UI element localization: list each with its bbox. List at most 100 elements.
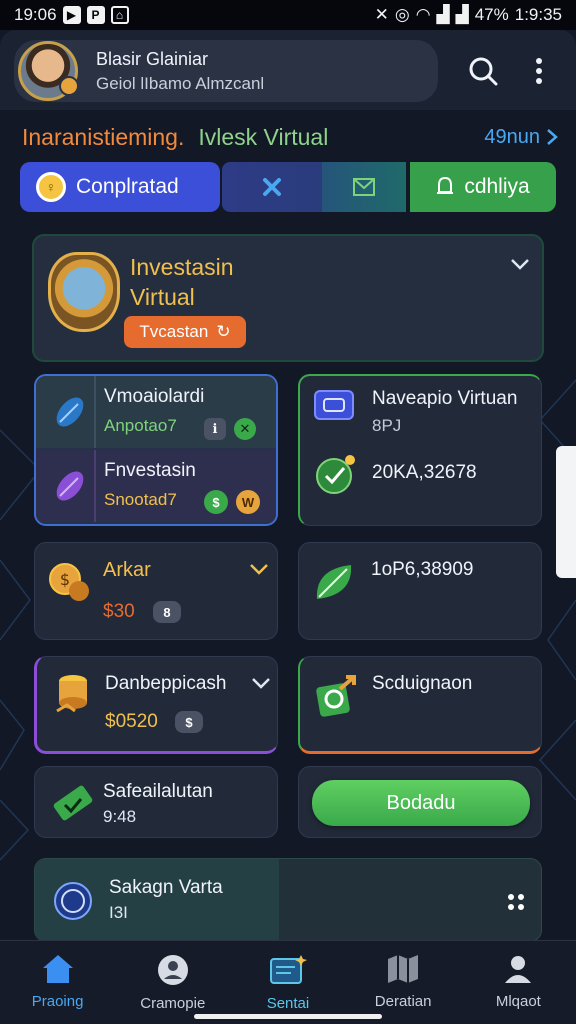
coin-stack-icon — [56, 675, 87, 713]
dollar-icon: $ — [204, 490, 228, 514]
map-icon — [388, 955, 419, 983]
wallet-icon — [314, 390, 354, 420]
ticket-icon — [53, 785, 93, 821]
token-icon: W — [236, 490, 260, 514]
expand-button[interactable] — [251, 677, 271, 689]
dollar-chip-icon: $ — [175, 711, 203, 733]
divider — [94, 450, 96, 522]
chevron-down-icon — [511, 259, 529, 270]
envelope-icon — [353, 178, 375, 196]
tab-label: cdhliya — [464, 175, 530, 198]
feather-icon — [56, 397, 84, 427]
signal-icon-2: ▟ — [455, 5, 469, 24]
sakagn-card[interactable]: Sakagn Varta I3I — [34, 858, 542, 943]
nav-label: Cramopie — [140, 995, 206, 1012]
main-content: Inaranistieming. Ivlesk Virtual 49nun ♀ … — [0, 110, 576, 943]
castle-badge-icon — [48, 252, 120, 332]
card-value: 1oP6,38909 — [371, 559, 474, 580]
tab-mail[interactable] — [322, 162, 406, 212]
mute-icon: ✕ — [374, 5, 389, 24]
leaf-value-card[interactable]: 1oP6,38909 — [298, 542, 542, 640]
feature-card-investasin[interactable]: Investasin Virtual Tvcastan ↻ — [32, 234, 544, 362]
twin-card: Vmoaiolardi Anpotao7 ℹ ✕ Fnvestasin Snoo… — [34, 374, 278, 526]
coins-icon: $ — [49, 563, 89, 601]
card-title: Naveapio Virtuan — [372, 388, 518, 409]
card-title: Safeailalutan — [103, 781, 213, 802]
bottom-nav: Praoing Cramopie Sentai Deratian Mlqaot — [0, 940, 576, 1024]
tab-bar: ♀ Conplratad cdhliya — [20, 162, 556, 212]
chevron-down-icon — [252, 678, 270, 689]
expand-button[interactable] — [249, 563, 269, 575]
grid-dots-icon[interactable] — [507, 893, 525, 911]
coin-icon: ♀ — [36, 172, 66, 202]
card-title: Sakagn Varta — [109, 877, 223, 898]
bodadu-button[interactable]: Bodadu — [312, 780, 530, 826]
nav-item-home[interactable]: Praoing — [0, 941, 115, 1024]
safe-card[interactable]: Safeailalutan 9:48 — [34, 766, 278, 838]
leaf-icon — [316, 565, 352, 599]
growth-icon — [316, 675, 356, 717]
section-link[interactable]: 49nun — [484, 126, 558, 149]
chip-icon: 8 — [153, 601, 181, 623]
section-link-label: 49nun — [484, 125, 540, 148]
section-title: Inaranistieming. — [22, 123, 185, 150]
search-button[interactable] — [466, 54, 500, 88]
card-value: 20KA,32678 — [372, 462, 477, 483]
section-header: Inaranistieming. Ivlesk Virtual 49nun — [22, 122, 558, 152]
tab-conplratad[interactable]: ♀ Conplratad — [20, 162, 220, 212]
home-indicator — [194, 1014, 382, 1019]
more-button[interactable] — [522, 54, 556, 88]
signal-icon: ▟ — [436, 5, 450, 24]
refresh-icon: ↻ — [216, 322, 231, 341]
scduig-card[interactable]: Scduignaon — [298, 656, 542, 754]
side-drawer-handle[interactable] — [556, 446, 576, 578]
feature-pill-label: Tvcastan — [139, 322, 209, 341]
feature-pill-button[interactable]: Tvcastan ↻ — [124, 316, 246, 348]
section-subtitle: Ivlesk Virtual — [198, 123, 329, 150]
chevron-down-icon — [250, 564, 268, 575]
status-time-right: 1:9:35 — [514, 5, 562, 24]
profile-name: Blasir Glainiar — [96, 48, 209, 69]
nav-item-sentai[interactable]: Sentai — [230, 941, 345, 1024]
list-item-label: Vmoaiolardi — [104, 386, 205, 407]
nav-item-profile[interactable]: Cramopie — [115, 941, 230, 1024]
app-header: Blasir Glainiar Geiol lIbamo Almzcanl — [0, 30, 576, 110]
status-time-left: 19:06 — [14, 5, 57, 24]
alarm-icon: ◎ — [394, 5, 410, 24]
globe-coin-icon — [54, 882, 92, 920]
card-value: $0520 — [105, 711, 158, 732]
card-value: I3I — [109, 903, 128, 922]
nav-label: Sentai — [266, 995, 310, 1012]
navepio-card[interactable]: Naveapio Virtuan 8PJ 20KA,32678 — [298, 374, 542, 526]
search-icon — [469, 57, 498, 86]
card-value: 9:48 — [103, 807, 137, 826]
user-icon — [505, 956, 532, 983]
arkar-card[interactable]: $ Arkar $30 8 — [34, 542, 278, 640]
profile-card[interactable]: Blasir Glainiar Geiol lIbamo Almzcanl — [14, 40, 438, 102]
list-item-sub: Snootad7 — [104, 490, 177, 509]
feature-title: Investasin Virtual — [130, 252, 234, 312]
list-item-sub: Anpotao7 — [104, 416, 177, 435]
nav-label: Mlqaot — [495, 993, 541, 1010]
status-bar: 19:06 ▶ P ⌂ ✕ ◎ ◠ ▟ ▟ 47% 1:9:35 — [0, 0, 576, 30]
more-vertical-icon — [536, 58, 542, 84]
nav-item-deratian[interactable]: Deratian — [346, 941, 461, 1024]
info-badge-icon: ℹ — [204, 418, 226, 440]
list-item[interactable]: Vmoaiolardi Anpotao7 ℹ ✕ — [36, 376, 276, 448]
feature-title-line1: Investasin — [130, 254, 234, 280]
tab-cdhliya[interactable]: cdhliya — [410, 162, 556, 212]
card-title: Danbeppicash — [105, 673, 227, 694]
nav-label: Deratian — [374, 993, 432, 1010]
list-item[interactable]: Fnvestasin Snootad7 $ W — [36, 450, 276, 522]
avatar[interactable] — [18, 41, 79, 101]
tab-close[interactable] — [222, 162, 322, 212]
tab-label: Conplratad — [76, 175, 179, 198]
leaf-purple-icon — [56, 471, 84, 501]
danbe-card[interactable]: Danbeppicash $0520 $ — [34, 656, 278, 754]
bodadu-button-label: Bodadu — [386, 791, 456, 814]
expand-button[interactable] — [510, 258, 530, 270]
card-value: $30 — [103, 601, 135, 622]
profile-circle-icon — [157, 955, 188, 985]
nav-item-user[interactable]: Mlqaot — [461, 941, 576, 1024]
nav-label: Praoing — [31, 993, 84, 1010]
